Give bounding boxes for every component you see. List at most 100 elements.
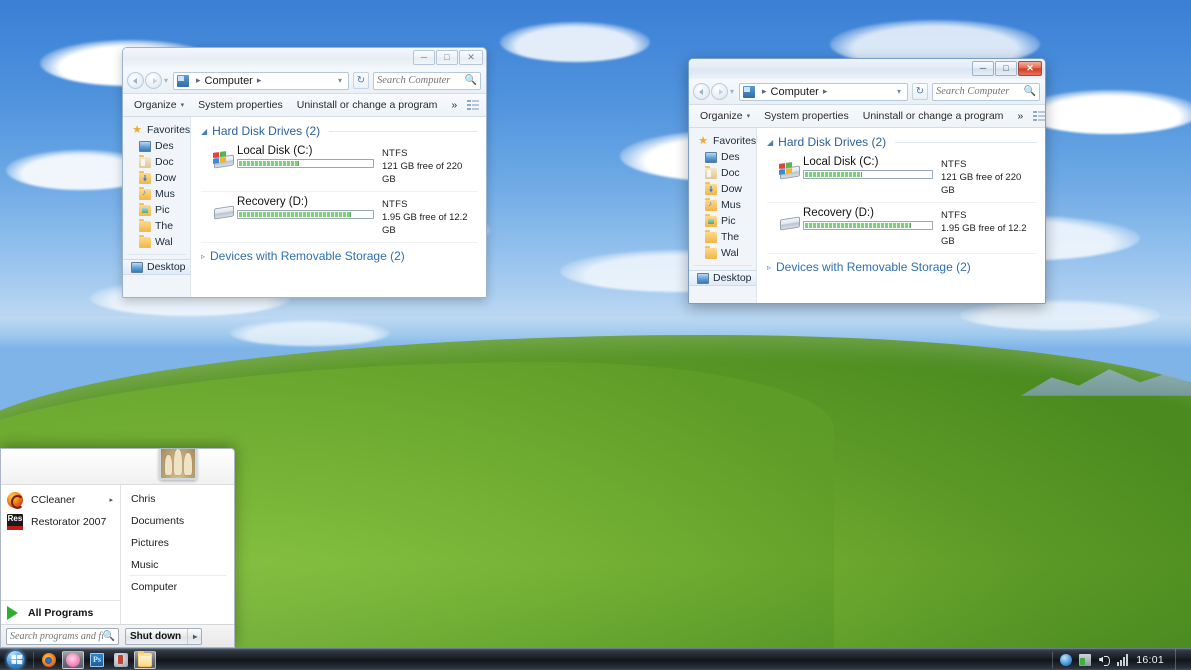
nav-item-theme[interactable]: The (689, 229, 756, 245)
start-menu-link-user[interactable]: Chris (121, 488, 234, 510)
start-search-box[interactable]: 🔍 (6, 627, 119, 645)
nav-item-desktop-fav[interactable]: Des (689, 149, 756, 165)
start-menu-item-restorator[interactable]: Res Restorator 2007 (1, 511, 120, 533)
search-icon[interactable]: 🔍 (103, 631, 115, 642)
show-desktop-button[interactable] (1175, 649, 1183, 670)
start-menu-item-ccleaner[interactable]: CCleaner ▸ (1, 489, 120, 511)
change-view-button[interactable] (1030, 108, 1045, 125)
clock[interactable]: 16:01 (1136, 654, 1164, 666)
nav-item-pictures[interactable]: Pic (123, 202, 190, 218)
toolbar-overflow-button[interactable]: » (1010, 105, 1030, 127)
taskbar-button-pink-app[interactable] (62, 650, 84, 669)
breadcrumb-separator-icon[interactable]: ▸ (823, 86, 828, 97)
nav-item-theme[interactable]: The (123, 218, 190, 234)
shutdown-options-arrow-icon[interactable]: ▸ (187, 628, 197, 644)
nav-favorites[interactable]: ★ Favorites (689, 133, 756, 149)
nav-item-music[interactable]: Mus (689, 197, 756, 213)
taskbar-button-photoshop[interactable]: Ps (86, 651, 108, 669)
refresh-button[interactable]: ↻ (353, 72, 369, 89)
group-header-removable-storage[interactable]: ▹ Devices with Removable Storage (2) (201, 249, 478, 263)
breadcrumb-bar[interactable]: ▸ Computer ▸ ▾ (173, 71, 349, 90)
group-header-hard-disk-drives[interactable]: ◢ Hard Disk Drives (2) (201, 124, 478, 138)
system-properties-button[interactable]: System properties (757, 105, 856, 127)
nav-item-desktop[interactable]: Desktop (689, 270, 756, 286)
system-properties-button[interactable]: System properties (191, 94, 290, 116)
forward-button[interactable] (711, 83, 728, 100)
all-programs-button[interactable]: All Programs (1, 600, 120, 624)
back-button[interactable] (127, 72, 144, 89)
submenu-arrow-icon[interactable]: ▸ (109, 496, 113, 504)
change-view-button[interactable] (464, 97, 482, 114)
minimize-button[interactable]: ─ (413, 50, 435, 65)
search-input[interactable] (377, 75, 465, 86)
start-menu-link-computer[interactable]: Computer (121, 576, 234, 598)
organize-button[interactable]: Organize ▾ (693, 105, 757, 127)
group-header-removable-storage[interactable]: ▹ Devices with Removable Storage (2) (767, 260, 1037, 274)
taskbar-button-explorer[interactable] (134, 650, 156, 669)
title-bar[interactable]: ─ □ ✕ (123, 48, 486, 68)
drive-row[interactable]: Recovery (D:) NTFS 1.95 GB free of 12.2 … (201, 192, 478, 243)
breadcrumb-computer[interactable]: Computer (771, 86, 819, 98)
nav-item-downloads[interactable]: Dow (123, 170, 190, 186)
nav-item-documents[interactable]: Doc (689, 165, 756, 181)
collapse-triangle-icon[interactable]: ◢ (201, 127, 207, 136)
start-menu[interactable]: CCleaner ▸ Res Restorator 2007 All Progr… (0, 448, 235, 648)
back-button[interactable] (693, 83, 710, 100)
search-icon[interactable]: 🔍 (465, 75, 477, 86)
breadcrumb-separator-icon[interactable]: ▸ (257, 75, 262, 86)
nav-item-pictures[interactable]: Pic (689, 213, 756, 229)
expand-triangle-icon[interactable]: ▹ (767, 263, 771, 272)
explorer-window-left[interactable]: ─ □ ✕ ▾ ▸ Computer ▸ ▾ ↻ 🔍 (122, 47, 487, 298)
nav-item-documents[interactable]: Doc (123, 154, 190, 170)
nav-item-music[interactable]: Mus (123, 186, 190, 202)
start-menu-link-pictures[interactable]: Pictures (121, 532, 234, 554)
volume-icon[interactable] (1098, 654, 1111, 666)
recent-pages-caret-icon[interactable]: ▾ (164, 76, 168, 85)
maximize-button[interactable]: □ (436, 50, 458, 65)
organize-button[interactable]: Organize ▾ (127, 94, 191, 116)
sync-icon[interactable] (1060, 653, 1073, 666)
shutdown-button[interactable]: Shut down ▸ (125, 627, 203, 645)
drive-row[interactable]: Local Disk (C:) NTFS 121 GB free of 220 … (767, 152, 1037, 203)
nav-item-desktop[interactable]: Desktop (123, 259, 190, 275)
search-box[interactable]: 🔍 (932, 82, 1040, 101)
explorer-window-right[interactable]: ─ □ ✕ ▾ ▸ Computer ▸ ▾ ↻ 🔍 (688, 58, 1046, 304)
avatar[interactable] (159, 449, 197, 480)
forward-button[interactable] (145, 72, 162, 89)
drive-row[interactable]: Local Disk (C:) NTFS 121 GB free of 220 … (201, 141, 478, 192)
search-icon[interactable]: 🔍 (1024, 86, 1036, 97)
collapse-triangle-icon[interactable]: ◢ (767, 138, 773, 147)
breadcrumb-dropdown-icon[interactable]: ▾ (338, 76, 342, 85)
start-button[interactable] (0, 649, 30, 670)
nav-item-desktop-fav[interactable]: Des (123, 138, 190, 154)
drive-row[interactable]: Recovery (D:) NTFS 1.95 GB free of 12.2 … (767, 203, 1037, 254)
maximize-button[interactable]: □ (995, 61, 1017, 76)
uninstall-change-program-button[interactable]: Uninstall or change a program (856, 105, 1011, 127)
group-header-hard-disk-drives[interactable]: ◢ Hard Disk Drives (2) (767, 135, 1037, 149)
nav-item-wallpaper[interactable]: Wal (689, 245, 756, 261)
nav-item-wallpaper[interactable]: Wal (123, 234, 190, 250)
minimize-button[interactable]: ─ (972, 61, 994, 76)
toolbar-overflow-button[interactable]: » (444, 94, 464, 116)
uninstall-change-program-button[interactable]: Uninstall or change a program (290, 94, 445, 116)
taskbar-button-misc-app[interactable] (110, 651, 132, 669)
title-bar[interactable]: ─ □ ✕ (689, 59, 1045, 79)
search-box[interactable]: 🔍 (373, 71, 481, 90)
refresh-button[interactable]: ↻ (912, 83, 928, 100)
taskbar-button-firefox[interactable] (38, 651, 60, 669)
recent-pages-caret-icon[interactable]: ▾ (730, 87, 734, 96)
nav-favorites[interactable]: ★ Favorites (123, 122, 190, 138)
start-search-input[interactable] (10, 630, 103, 642)
nav-item-downloads[interactable]: Dow (689, 181, 756, 197)
breadcrumb-bar[interactable]: ▸ Computer ▸ ▾ (739, 82, 908, 101)
breadcrumb-computer[interactable]: Computer (205, 75, 253, 87)
expand-triangle-icon[interactable]: ▹ (201, 252, 205, 261)
search-input[interactable] (936, 86, 1024, 97)
start-menu-link-documents[interactable]: Documents (121, 510, 234, 532)
signal-icon[interactable] (1117, 653, 1130, 666)
network-icon[interactable] (1079, 653, 1092, 666)
close-button[interactable]: ✕ (1018, 61, 1042, 76)
breadcrumb-dropdown-icon[interactable]: ▾ (897, 87, 901, 96)
close-button[interactable]: ✕ (459, 50, 483, 65)
start-menu-link-music[interactable]: Music (121, 554, 234, 576)
